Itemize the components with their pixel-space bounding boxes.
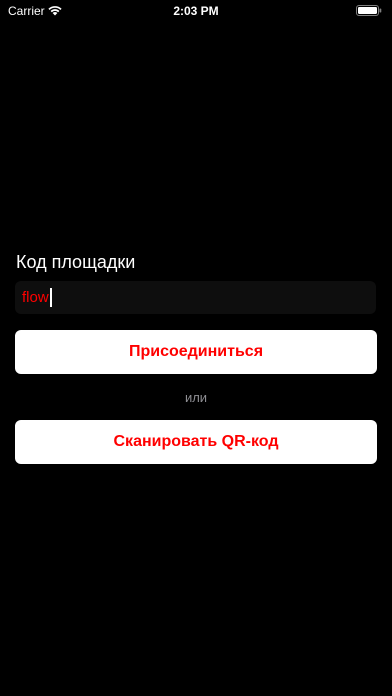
app-screen: Carrier 2:03 PM Код площадки flow Присое… (0, 0, 392, 696)
or-separator: или (184, 390, 208, 405)
venue-code-input[interactable]: flow (15, 281, 376, 314)
venue-code-label: Код площадки (16, 252, 136, 272)
battery-icon (356, 5, 382, 16)
status-bar: Carrier 2:03 PM (0, 0, 392, 22)
status-time: 2:03 PM (173, 4, 219, 18)
text-caret (49, 288, 52, 307)
venue-code-input-value[interactable]: flow (22, 289, 49, 306)
join-button[interactable]: Присоединиться (15, 330, 377, 374)
scan-qr-button[interactable]: Сканировать QR-код (15, 420, 377, 464)
